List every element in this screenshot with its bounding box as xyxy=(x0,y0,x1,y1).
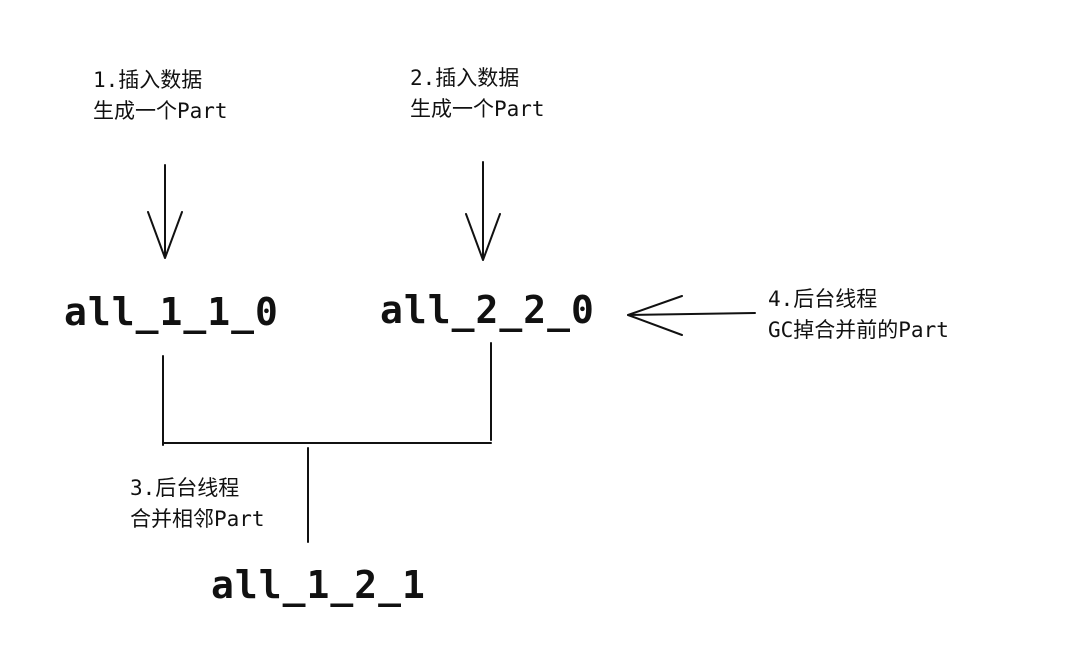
arrow-gc-to-part-b xyxy=(627,295,756,336)
part-all-2-2-0: all_2_2_0 xyxy=(380,288,595,332)
step1-title: 1.插入数据 xyxy=(93,68,203,92)
step3-note: 3.后台线程 合并相邻Part xyxy=(130,473,265,535)
step4-note: 4.后台线程 GC掉合并前的Part xyxy=(768,284,949,346)
step2-note: 2.插入数据 生成一个Part xyxy=(410,63,545,125)
step2-desc: 生成一个Part xyxy=(410,97,545,121)
step2-title: 2.插入数据 xyxy=(410,66,520,90)
arrow-step2-to-part-b xyxy=(465,161,501,261)
step3-title: 3.后台线程 xyxy=(130,476,240,500)
step3-desc: 合并相邻Part xyxy=(130,507,265,531)
step1-note: 1.插入数据 生成一个Part xyxy=(93,65,228,127)
part-all-1-1-0: all_1_1_0 xyxy=(64,290,279,334)
step4-desc: GC掉合并前的Part xyxy=(768,318,949,342)
step1-desc: 生成一个Part xyxy=(93,99,228,123)
step4-title: 4.后台线程 xyxy=(768,287,878,311)
arrow-step1-to-part-a xyxy=(147,164,183,259)
part-all-1-2-1: all_1_2_1 xyxy=(211,563,426,607)
